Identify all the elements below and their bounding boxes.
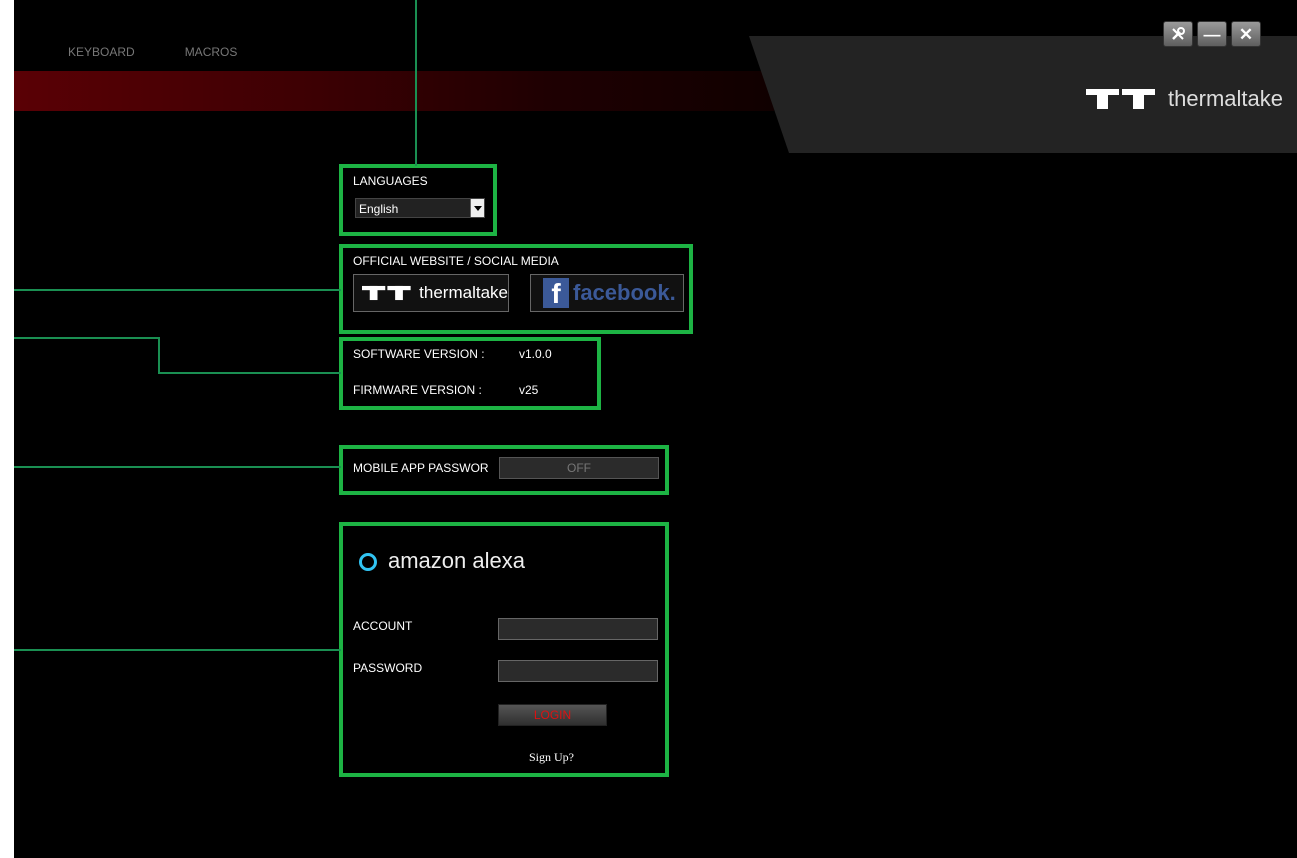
tab-macros[interactable]: MACROS	[185, 45, 238, 59]
brand-logo-text: thermaltake	[1168, 86, 1283, 111]
facebook-label: facebook.	[573, 280, 676, 305]
languages-section: LANGUAGES English	[339, 164, 497, 236]
callout-line-version-v	[158, 337, 160, 374]
callout-line-version-h1	[14, 337, 160, 339]
thermaltake-logo-icon	[1086, 89, 1156, 109]
alexa-section: amazon alexa ACCOUNT PASSWORD LOGIN Sign…	[339, 522, 669, 777]
official-links-section: OFFICIAL WEBSITE / SOCIAL MEDIA thermalt…	[339, 244, 693, 334]
software-version-value: v1.0.0	[519, 347, 552, 361]
version-section: SOFTWARE VERSION : v1.0.0 FIRMWARE VERSI…	[339, 337, 601, 410]
alexa-icon	[359, 553, 377, 571]
thermaltake-logo-icon	[362, 285, 411, 301]
language-select[interactable]: English	[355, 198, 485, 218]
header-red-band	[14, 71, 774, 111]
mobile-app-password-label: MOBILE APP PASSWOR	[353, 461, 489, 475]
tab-keyboard[interactable]: KEYBOARD	[68, 45, 135, 59]
firmware-version-value: v25	[519, 383, 539, 397]
callout-line-version-h2	[158, 372, 341, 374]
login-button[interactable]: LOGIN	[498, 704, 607, 726]
chevron-down-icon[interactable]	[470, 199, 484, 217]
mobile-app-password-toggle[interactable]: OFF	[499, 457, 659, 479]
top-strip	[14, 0, 1297, 36]
app-window: KEYBOARD MACROS thermaltake — ✕ LANGUAGE…	[14, 0, 1297, 858]
alexa-title: amazon alexa	[388, 548, 525, 573]
callout-line-official	[14, 289, 341, 291]
firmware-version-label: FIRMWARE VERSION :	[353, 383, 482, 397]
facebook-icon: f	[543, 278, 569, 308]
minimize-icon[interactable]: —	[1197, 21, 1227, 47]
sign-up-link[interactable]: Sign Up?	[529, 750, 574, 765]
window-controls: — ✕	[1163, 21, 1261, 47]
software-version-label: SOFTWARE VERSION :	[353, 347, 485, 361]
callout-line-mobile	[14, 466, 341, 468]
thermaltake-link-label: thermaltake	[419, 283, 508, 302]
thermaltake-website-button[interactable]: thermaltake	[353, 274, 509, 312]
facebook-button[interactable]: f facebook.	[530, 274, 684, 312]
tools-icon[interactable]	[1163, 21, 1193, 47]
account-input[interactable]	[498, 618, 658, 640]
close-icon[interactable]: ✕	[1231, 21, 1261, 47]
callout-line-alexa	[14, 649, 341, 651]
main-nav: KEYBOARD MACROS	[68, 45, 237, 59]
language-selected-value: English	[359, 202, 399, 216]
brand-logo: thermaltake	[1086, 86, 1283, 112]
callout-line-languages	[415, 0, 417, 166]
official-heading: OFFICIAL WEBSITE / SOCIAL MEDIA	[353, 254, 559, 268]
languages-heading: LANGUAGES	[353, 174, 428, 188]
mobile-app-password-section: MOBILE APP PASSWOR OFF	[339, 445, 669, 495]
password-input[interactable]	[498, 660, 658, 682]
wrench-icon	[1172, 27, 1185, 40]
password-label: PASSWORD	[353, 661, 423, 675]
account-label: ACCOUNT	[353, 619, 413, 633]
